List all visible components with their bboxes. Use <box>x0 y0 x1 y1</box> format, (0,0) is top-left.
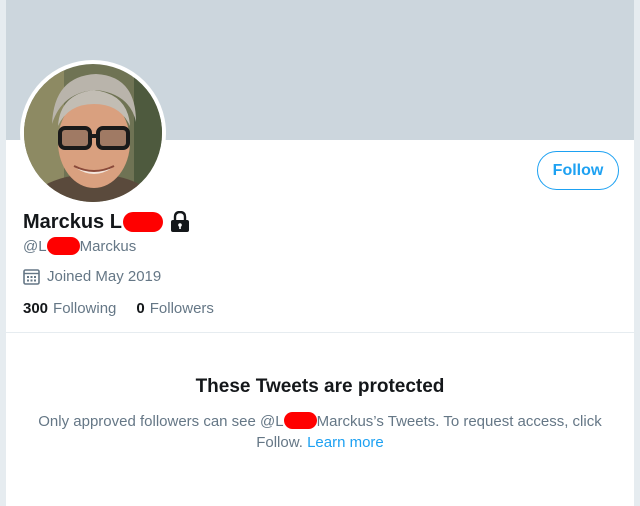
follow-button[interactable]: Follow <box>537 151 619 190</box>
message-redaction <box>283 412 317 429</box>
protected-message: Only approved followers can see @L Marcku… <box>26 411 614 453</box>
handle-suffix: Marckus <box>79 237 137 255</box>
name-redaction <box>122 212 163 232</box>
followers-label: Followers <box>149 299 214 317</box>
profile-name-row: Marckus L <box>23 209 190 235</box>
lock-icon <box>170 211 190 233</box>
section-divider <box>6 332 634 333</box>
protected-text-prefix: Only approved followers can see @L <box>38 413 284 430</box>
following-link[interactable]: 300 Following <box>23 300 116 317</box>
following-label: Following <box>53 299 117 317</box>
learn-more-link[interactable]: Learn more <box>307 434 384 451</box>
joined-date: Joined May 2019 <box>23 266 161 286</box>
protected-heading: These Tweets are protected <box>195 376 445 397</box>
profile-stats: 300 Following 0 Followers <box>23 298 214 318</box>
display-name: Marckus L <box>23 210 122 233</box>
following-count: 300 <box>23 299 49 317</box>
handle-redaction <box>46 237 80 255</box>
profile-page: Follow Marckus L @L Marckus Joined May 2… <box>6 0 634 506</box>
avatar[interactable] <box>20 60 166 206</box>
followers-link[interactable]: 0 Followers <box>136 300 214 317</box>
handle-prefix: @L <box>23 237 47 255</box>
handle: @L Marckus <box>23 236 136 256</box>
joined-text: Joined May 2019 <box>47 267 162 285</box>
followers-count: 0 <box>136 299 145 317</box>
calendar-icon <box>23 268 40 285</box>
avatar-photo-drawing <box>24 64 162 202</box>
avatar-photo <box>24 64 162 202</box>
